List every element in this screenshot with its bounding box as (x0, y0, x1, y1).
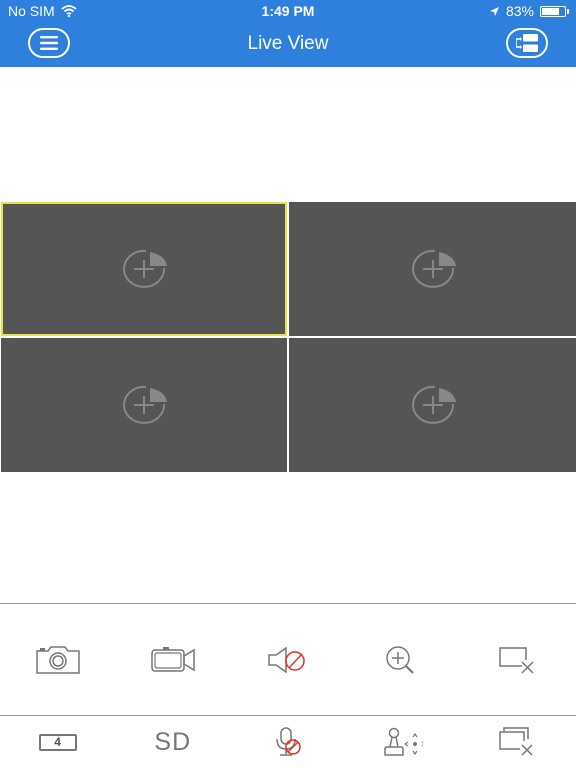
snapshot-button[interactable] (0, 604, 115, 715)
page-title: Live View (247, 33, 329, 54)
battery-fill (542, 7, 559, 15)
video-record-icon (151, 646, 195, 672)
video-tile-2[interactable] (289, 202, 576, 336)
video-tile-4[interactable] (289, 338, 576, 472)
split-view-icon (516, 34, 538, 52)
add-camera-icon[interactable] (116, 385, 172, 425)
control-toolbar (0, 604, 576, 715)
split-count-label: 4 (54, 735, 61, 749)
status-right-group: 83% (489, 3, 569, 19)
record-button[interactable] (115, 604, 230, 715)
location-arrow-icon (489, 6, 499, 16)
stream-quality-label: SD (154, 727, 192, 756)
stream-quality-button[interactable]: SD (115, 716, 230, 768)
close-window-icon (499, 646, 534, 674)
microphone-muted-icon (276, 727, 301, 756)
video-tile-1[interactable] (1, 202, 287, 336)
zoom-in-icon (386, 645, 414, 674)
split-count-icon: 4 (38, 733, 77, 751)
ptz-joystick-icon (384, 727, 424, 756)
talk-button[interactable] (230, 716, 345, 768)
close-all-button[interactable] (461, 716, 576, 768)
battery-icon (540, 5, 569, 17)
status-bar: No SIM 1:49 PM 83% (0, 0, 576, 22)
camera-snapshot-icon (35, 645, 80, 674)
ptz-button[interactable] (346, 716, 461, 768)
video-tile-3[interactable] (1, 338, 287, 472)
close-all-windows-icon (499, 727, 533, 756)
battery-percent: 83% (505, 3, 534, 19)
speaker-muted-icon (268, 646, 305, 673)
live-view-grid (1, 202, 576, 472)
add-camera-icon[interactable] (116, 249, 172, 289)
nav-bar: Live View (0, 22, 576, 67)
add-camera-icon[interactable] (405, 249, 461, 289)
split-view-button[interactable] (506, 28, 548, 58)
add-camera-icon[interactable] (405, 385, 461, 425)
split-count-button[interactable]: 4 (0, 716, 115, 768)
close-window-button[interactable] (461, 604, 576, 715)
audio-toggle-button[interactable] (230, 604, 345, 715)
zoom-button[interactable] (346, 604, 461, 715)
bottom-toolbar: 4 SD (0, 716, 576, 768)
